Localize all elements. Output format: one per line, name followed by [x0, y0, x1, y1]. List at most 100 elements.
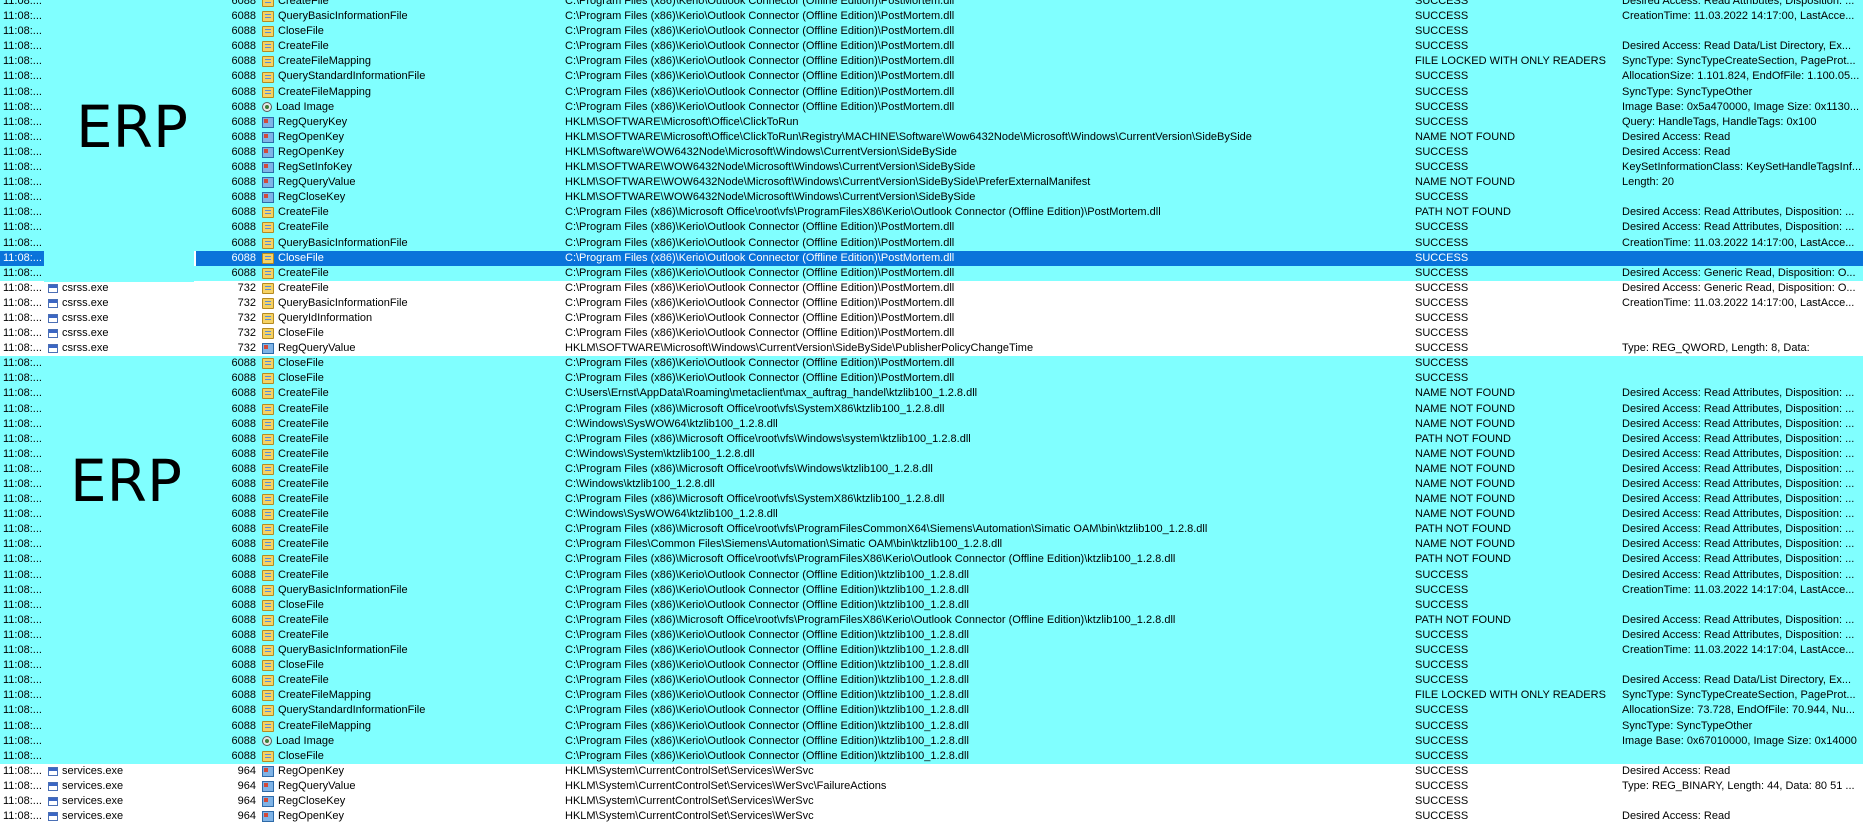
time-text: 11:08:... [3, 10, 42, 23]
table-row[interactable]: 11:08:... 6088 CreateFile C:\Program Files … [0, 220, 1863, 236]
table-row[interactable]: 11:08:... 6088 Load Image C:\Program Files … [0, 733, 1863, 749]
table-row[interactable]: 11:08:... 6088 CloseFile C:\Program Files (… [0, 356, 1863, 372]
operation-cell: QueryBasicInformationFile [262, 643, 562, 658]
detail-text: Type: REG_BINARY, Length: 44, Data: 80 5… [1622, 779, 1855, 792]
table-row[interactable]: 11:08:... 6088 CreateFile C:\Windows\SysWOW… [0, 507, 1863, 523]
table-row[interactable]: 11:08:... csrss.exe 732 RegQueryValue HKLM\S… [0, 341, 1863, 357]
path-text: C:\Program Files (x86)\Kerio\Outlook Con… [565, 311, 955, 324]
table-row[interactable]: 11:08:... 6088 RegQueryKey HKLM\SOFTWARE\Mi… [0, 114, 1863, 130]
pid-text: 6088 [231, 478, 256, 490]
table-row[interactable]: 11:08:... 6088 RegSetInfoKey HKLM\SOFTWARE\… [0, 160, 1863, 176]
table-row[interactable]: 11:08:... 6088 CreateFile C:\Program Files … [0, 205, 1863, 221]
table-row[interactable]: 11:08:... csrss.exe 732 QueryIdInformation C… [0, 310, 1863, 327]
detail-cell: SyncType: SyncTypeCreateSection, PagePro… [1622, 54, 1863, 69]
table-row[interactable]: 11:08:... 6088 Load Image C:\Program Files … [0, 99, 1863, 115]
file-system-icon [262, 509, 274, 521]
result-text: SUCCESS [1415, 311, 1469, 324]
operation-cell: QueryBasicInformationFile [262, 9, 562, 24]
path-cell: C:\Program Files (x86)\Microsoft Office\… [565, 462, 1410, 477]
table-row[interactable]: 11:08:... 6088 RegCloseKey HKLM\SOFTWARE\WO… [0, 190, 1863, 206]
table-row[interactable]: 11:08:... 6088 CreateFile C:\Program Files … [0, 265, 1863, 281]
pid-cell: 6088 [200, 734, 256, 749]
table-row[interactable]: 11:08:... csrss.exe 732 CreateFile C:\Progra… [0, 280, 1863, 296]
table-row[interactable]: 11:08:... 6088 CreateFile C:\Program Files … [0, 39, 1863, 55]
result-cell: SUCCESS [1415, 281, 1615, 296]
table-row[interactable]: 11:08:... 6088 CreateFile C:\Program Files … [0, 612, 1863, 628]
table-row[interactable]: 11:08:... 6088 CreateFile C:\Windows\ktzlib… [0, 477, 1863, 493]
path-cell: C:\Program Files (x86)\Kerio\Outlook Con… [565, 688, 1410, 703]
path-cell: C:\Program Files (x86)\Kerio\Outlook Con… [565, 236, 1410, 251]
time-text: 11:08:... [3, 689, 42, 702]
table-row[interactable]: 11:08:... 6088 RegOpenKey HKLM\Software\WOW… [0, 144, 1863, 161]
table-row[interactable]: 11:08:... 6088 QueryBasicInformationFile C:… [0, 582, 1863, 598]
table-row[interactable]: 11:08:... 6088 CreateFile C:\Program Files\… [0, 537, 1863, 553]
operation-name: RegOpenKey [278, 764, 345, 777]
table-row[interactable]: 11:08:... 6088 CreateFileMapping C:\Program… [0, 688, 1863, 704]
time-text: 11:08:... [3, 613, 42, 626]
operation-cell: CloseFile [262, 371, 562, 386]
table-row[interactable]: 11:08:... 6088 RegOpenKey HKLM\SOFTWARE\Mic… [0, 129, 1863, 145]
table-row[interactable]: 11:08:... 6088 CreateFile C:\Users\Ernst\Ap… [0, 386, 1863, 402]
table-row[interactable]: 11:08:... services.exe 964 RegOpenKey HKLM\S… [0, 763, 1863, 779]
process-cell: csrss.exe [48, 341, 198, 356]
table-row[interactable]: 11:08:... 6088 QueryBasicInformationFile C:… [0, 643, 1863, 659]
path-cell: C:\Program Files (x86)\Kerio\Outlook Con… [565, 85, 1410, 100]
table-row[interactable]: 11:08:... 6088 CreateFile C:\Program Files … [0, 567, 1863, 583]
path-cell: C:\Program Files (x86)\Kerio\Outlook Con… [565, 719, 1410, 734]
path-cell: C:\Program Files (x86)\Kerio\Outlook Con… [565, 266, 1410, 281]
table-row[interactable]: 11:08:... 6088 CloseFile C:\Program Files (… [0, 371, 1863, 387]
result-text: SUCCESS [1415, 704, 1469, 717]
table-row[interactable]: 11:08:... services.exe 964 RegQueryValue HKL… [0, 778, 1863, 794]
file-system-icon [262, 418, 274, 430]
pid-cell: 732 [200, 296, 256, 311]
time-text: 11:08:... [3, 327, 42, 340]
table-row[interactable]: 11:08:... services.exe 964 RegOpenKey HKLM\S… [0, 809, 1863, 824]
table-row[interactable]: 11:08:... 6088 RegQueryValue HKLM\SOFTWARE\… [0, 175, 1863, 191]
process-cell: services.exe [48, 809, 198, 824]
pid-text: 6088 [231, 176, 256, 189]
operation-name: QueryStandardInformationFile [278, 70, 426, 83]
detail-text: Desired Access: Read [1622, 764, 1731, 777]
time-cell: 11:08:... [3, 296, 45, 311]
time-text: 11:08:... [3, 553, 42, 566]
file-system-icon [262, 569, 274, 581]
file-system-icon [262, 86, 274, 98]
pid-text: 6088 [231, 493, 256, 506]
pid-cell: 6088 [200, 24, 256, 39]
detail-text: Desired Access: Read Attributes, Disposi… [1622, 538, 1855, 551]
table-row[interactable]: 11:08:... 6088 CreateFile C:\Program Files … [0, 0, 1863, 10]
table-row[interactable]: 11:08:... 6088 QueryBasicInformationFile C:… [0, 9, 1863, 25]
pid-text: 6088 [231, 538, 256, 551]
table-row[interactable]: 11:08:... 6088 CreateFileMapping C:\Program… [0, 54, 1863, 70]
table-row[interactable]: 11:08:... 6088 CloseFile C:\Program Files (… [0, 597, 1863, 613]
table-row[interactable]: 11:08:... csrss.exe 732 QueryBasicInformati… [0, 295, 1863, 311]
table-row[interactable]: 11:08:... 6088 CloseFile C:\Program Files (… [0, 658, 1863, 674]
table-row[interactable]: 11:08:... 6088 CloseFile C:\Program Files (… [0, 748, 1863, 764]
time-cell: 11:08:... [3, 386, 45, 401]
table-row[interactable]: 11:08:... 6088 QueryStandardInformationFil… [0, 703, 1863, 719]
table-row[interactable]: 11:08:... 6088 CreateFile C:\Program Files … [0, 552, 1863, 568]
table-row[interactable]: 11:08:... 6088 CreateFile C:\Program Files … [0, 431, 1863, 447]
table-row[interactable]: 11:08:... 6088 CreateFile C:\Program Files … [0, 461, 1863, 477]
table-row[interactable]: 11:08:... 6088 CreateFileMapping C:\Program… [0, 718, 1863, 734]
table-row[interactable]: 11:08:... 6088 CreateFile C:\Windows\SysWOW… [0, 416, 1863, 432]
pid-text: 6088 [231, 402, 256, 415]
detail-cell: Desired Access: Read Attributes, Disposi… [1622, 205, 1863, 220]
table-row[interactable]: 11:08:... 6088 CreateFile C:\Program Files … [0, 492, 1863, 508]
table-row[interactable]: 11:08:... 6088 CreateFile C:\Program Files … [0, 673, 1863, 689]
table-row[interactable]: 11:08:... 6088 CreateFile C:\Program Files … [0, 627, 1863, 644]
table-row[interactable]: 11:08:... 6088 CloseFile C:\Program Files (… [0, 24, 1863, 40]
table-row-selected[interactable]: 11:08:... 6088 CloseFile C:\Program Files (… [0, 250, 1863, 266]
table-row[interactable]: 11:08:... 6088 CreateFile C:\Windows\System… [0, 446, 1863, 462]
operation-name: QueryBasicInformationFile [278, 10, 408, 23]
table-row[interactable]: 11:08:... 6088 CreateFile C:\Program Files … [0, 522, 1863, 538]
table-row[interactable]: 11:08:... 6088 QueryStandardInformationFil… [0, 69, 1863, 85]
registry-icon [262, 162, 274, 174]
detail-text: CreationTime: 11.03.2022 14:17:04, LastA… [1622, 644, 1855, 657]
table-row[interactable]: 11:08:... 6088 CreateFileMapping C:\Program… [0, 84, 1863, 100]
table-row[interactable]: 11:08:... csrss.exe 732 CloseFile C:\Program… [0, 326, 1863, 342]
table-row[interactable]: 11:08:... services.exe 964 RegCloseKey HKLM\… [0, 793, 1863, 810]
table-row[interactable]: 11:08:... 6088 QueryBasicInformationFile C:… [0, 235, 1863, 251]
detail-text: SyncType: SyncTypeOther [1622, 719, 1753, 732]
table-row[interactable]: 11:08:... 6088 CreateFile C:\Program Files … [0, 401, 1863, 417]
